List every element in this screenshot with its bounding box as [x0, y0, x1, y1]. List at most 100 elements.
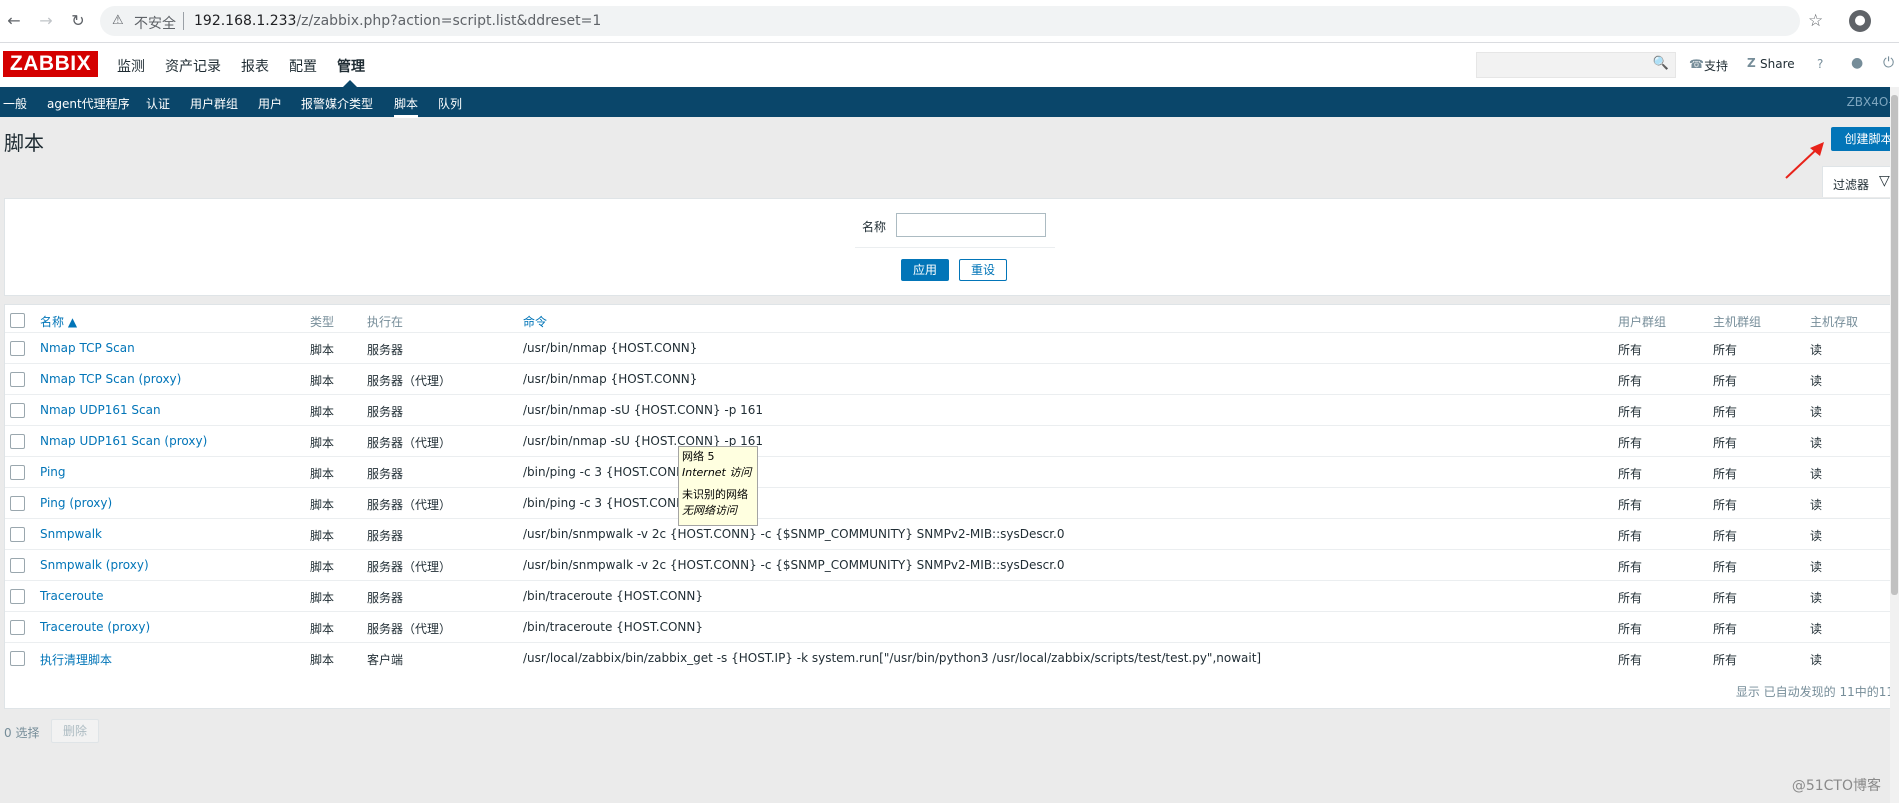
- tooltip-network: 网络 5: [682, 450, 715, 463]
- header-execute-on: 执行在: [367, 315, 404, 329]
- header-name[interactable]: 名称 ▲: [40, 313, 77, 330]
- row-checkbox[interactable]: [10, 527, 25, 542]
- subnav-user-groups[interactable]: 用户群组: [190, 95, 238, 112]
- row-checkbox[interactable]: [10, 403, 25, 418]
- script-execute-on: 服务器: [367, 343, 404, 357]
- script-name-link[interactable]: Ping: [40, 465, 66, 479]
- script-name-link[interactable]: Nmap TCP Scan: [40, 341, 135, 355]
- menu-reports[interactable]: 报表: [241, 56, 269, 76]
- script-name-link[interactable]: Traceroute (proxy): [40, 620, 150, 634]
- script-execute-on: 客户端: [367, 653, 404, 667]
- script-name-link[interactable]: Nmap TCP Scan (proxy): [40, 372, 181, 386]
- script-type: 脚本: [310, 560, 335, 574]
- zabbix-logo[interactable]: ZABBIX: [3, 51, 98, 77]
- subnav-general[interactable]: 一般: [3, 95, 27, 112]
- row-checkbox[interactable]: [10, 465, 25, 480]
- row-checkbox[interactable]: [10, 589, 25, 604]
- support-link[interactable]: 支持: [1704, 57, 1728, 74]
- tooltip-unidentified-network: 未识别的网络: [682, 488, 748, 501]
- script-host-group: 所有: [1713, 343, 1738, 357]
- global-search-input[interactable]: 🔍: [1476, 52, 1676, 78]
- script-execute-on: 服务器（代理）: [367, 498, 452, 512]
- help-icon[interactable]: ?: [1817, 57, 1823, 71]
- back-arrow-icon[interactable]: ←: [4, 11, 24, 31]
- filter-name-input[interactable]: [896, 213, 1046, 237]
- script-name-link[interactable]: Nmap UDP161 Scan: [40, 403, 161, 417]
- row-checkbox[interactable]: [10, 620, 25, 635]
- profile-avatar-icon[interactable]: ●: [1849, 10, 1871, 32]
- row-checkbox[interactable]: [10, 434, 25, 449]
- address-bar[interactable]: ⚠ 不安全 192.168.1.233/z/zabbix.php?action=…: [100, 6, 1800, 36]
- script-host-access: 读: [1810, 405, 1823, 419]
- script-user-group: 所有: [1618, 374, 1643, 388]
- header-host-access: 主机存取: [1810, 315, 1859, 329]
- script-name-link[interactable]: Traceroute: [40, 589, 104, 603]
- reset-button[interactable]: 重设: [959, 259, 1007, 281]
- select-all-checkbox[interactable]: [10, 313, 25, 328]
- subnav-media-types[interactable]: 报警媒介类型: [301, 95, 373, 112]
- script-execute-on: 服务器（代理）: [367, 622, 452, 636]
- scrollbar-thumb[interactable]: [1891, 95, 1898, 595]
- script-name-link[interactable]: Nmap UDP161 Scan (proxy): [40, 434, 207, 448]
- script-name-link[interactable]: Ping (proxy): [40, 496, 112, 510]
- subnav-proxies[interactable]: agent代理程序: [47, 95, 130, 112]
- script-host-group: 所有: [1713, 529, 1738, 543]
- tooltip-no-network: 无网络访问: [682, 504, 737, 517]
- row-checkbox[interactable]: [10, 558, 25, 573]
- share-z-icon: Z: [1747, 56, 1756, 70]
- script-command: /usr/bin/nmap -sU {HOST.CONN} -p 161: [523, 403, 764, 417]
- script-host-group: 所有: [1713, 591, 1738, 605]
- script-host-access: 读: [1810, 467, 1823, 481]
- filter-name-label: 名称: [862, 220, 887, 234]
- menu-administration[interactable]: 管理: [337, 56, 365, 76]
- warning-icon: ⚠: [112, 13, 124, 28]
- forward-arrow-icon[interactable]: →: [36, 11, 56, 31]
- menu-configuration[interactable]: 配置: [289, 56, 317, 76]
- script-host-group: 所有: [1713, 405, 1738, 419]
- script-user-group: 所有: [1618, 436, 1643, 450]
- script-command: /bin/traceroute {HOST.CONN}: [523, 589, 703, 603]
- menu-monitoring[interactable]: 监测: [117, 56, 145, 76]
- script-user-group: 所有: [1618, 498, 1643, 512]
- script-host-access: 读: [1810, 560, 1823, 574]
- script-type: 脚本: [310, 405, 335, 419]
- bookmark-star-icon[interactable]: ☆: [1808, 11, 1823, 31]
- subnav-queue[interactable]: 队列: [438, 95, 462, 112]
- menu-inventory[interactable]: 资产记录: [165, 56, 221, 76]
- script-type: 脚本: [310, 653, 335, 667]
- share-link[interactable]: Share: [1760, 57, 1795, 71]
- script-name-link[interactable]: Snmpwalk: [40, 527, 102, 541]
- subnav-users[interactable]: 用户: [258, 95, 282, 112]
- subnav-scripts[interactable]: 脚本: [394, 95, 419, 118]
- page-title: 脚本: [4, 131, 44, 155]
- subnav-authentication[interactable]: 认证: [146, 95, 170, 112]
- script-type: 脚本: [310, 374, 335, 388]
- create-script-button[interactable]: 创建脚本: [1831, 127, 1899, 151]
- apply-button[interactable]: 应用: [901, 259, 949, 281]
- power-icon[interactable]: ⏻: [1883, 55, 1894, 71]
- script-type: 脚本: [310, 498, 335, 512]
- zabbix-header: ZABBIX 监测 资产记录 报表 配置 管理 🔍 ☎ 支持 Z Share ?…: [0, 43, 1899, 87]
- script-command: /bin/ping -c 3 {HOST.CONN}: [523, 465, 693, 479]
- script-type: 脚本: [310, 467, 335, 481]
- reload-icon[interactable]: ↻: [68, 11, 88, 31]
- script-execute-on: 服务器（代理）: [367, 436, 452, 450]
- insecure-label: 不安全: [134, 16, 176, 32]
- row-checkbox[interactable]: [10, 341, 25, 356]
- row-checkbox[interactable]: [10, 496, 25, 511]
- table-row: Snmpwalk (proxy) 脚本 服务器（代理） /usr/bin/snmpwa…: [5, 549, 1894, 581]
- script-name-link[interactable]: 执行清理脚本: [40, 651, 112, 668]
- user-profile-icon[interactable]: ●: [1851, 55, 1863, 71]
- script-execute-on: 服务器: [367, 467, 404, 481]
- row-checkbox[interactable]: [10, 651, 25, 666]
- script-name-link[interactable]: Snmpwalk (proxy): [40, 558, 149, 572]
- table-footer-count: 显示 已自动发现的 11中的11: [1735, 685, 1894, 699]
- header-command[interactable]: 命令: [523, 313, 547, 330]
- row-checkbox[interactable]: [10, 372, 25, 387]
- table-row: Traceroute 脚本 服务器/bin/traceroute {HOST.CON…: [5, 580, 1894, 612]
- search-icon[interactable]: 🔍: [1653, 56, 1669, 71]
- filter-tab[interactable]: 过滤器 ▽: [1822, 166, 1899, 197]
- delete-button[interactable]: 删除: [51, 719, 99, 743]
- script-host-access: 读: [1810, 436, 1823, 450]
- script-command: /usr/bin/snmpwalk -v 2c {HOST.CONN} -c {…: [523, 558, 1065, 572]
